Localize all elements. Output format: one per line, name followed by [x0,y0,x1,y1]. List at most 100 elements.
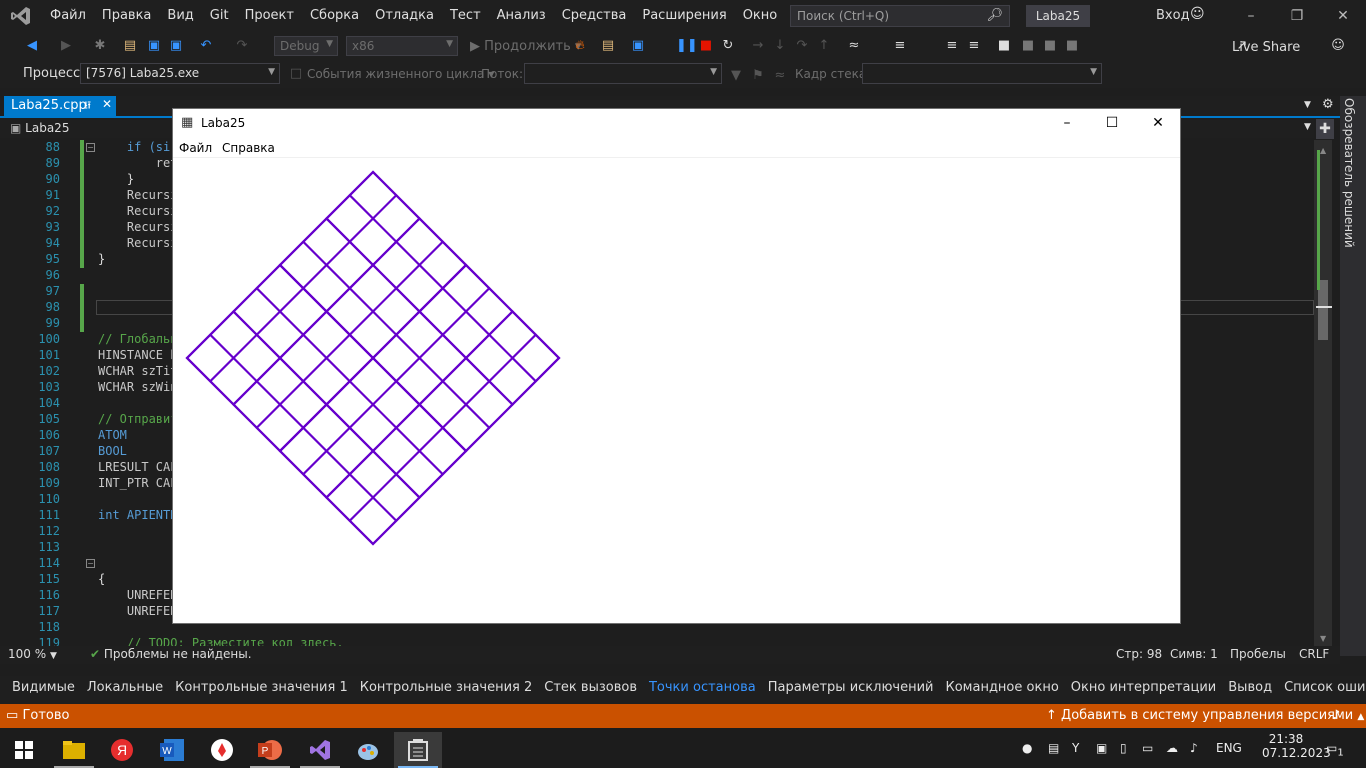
comment-icon[interactable]: ≡ [944,38,960,54]
folder-search-icon[interactable]: ▤ [600,38,616,54]
app-close-button[interactable]: ✕ [1135,109,1181,137]
editor-scrollbar[interactable]: ▲ ▼ [1314,140,1332,648]
bottom-tab-7[interactable]: Командное окно [939,676,1064,700]
start-button[interactable] [0,732,48,768]
bottom-tab-1[interactable]: Локальные [81,676,169,700]
menu-item-1[interactable]: Правка [94,0,159,32]
clear-bookmarks-icon[interactable]: ■ [1064,38,1080,54]
thread-filter-icon[interactable]: ≈ [846,38,862,54]
scroll-down-icon[interactable]: ▼ [1320,634,1326,643]
configuration-select[interactable]: Debug ▼ [274,36,338,56]
menu-item-9[interactable]: Средства [554,0,635,32]
tray-storage-icon[interactable]: ▣ [1096,728,1107,768]
menu-item-0[interactable]: Файл [42,0,94,32]
powerpoint-icon[interactable]: P [246,732,294,768]
login-button[interactable]: Вход [1156,8,1190,23]
undo-icon[interactable]: ↶ [198,38,214,54]
tray-monitor-icon[interactable]: ▤ [1048,728,1059,768]
uncomment-icon[interactable]: ≡ [966,38,982,54]
app-minimize-button[interactable]: – [1044,109,1090,137]
redo-icon[interactable]: ↷ [234,38,250,54]
app-menu-help[interactable]: Справка [222,141,275,155]
prev-bookmark-icon[interactable]: ■ [1020,38,1036,54]
menu-item-2[interactable]: Вид [159,0,201,32]
pin-icon[interactable]: ⭿ [84,97,91,116]
bottom-tab-4[interactable]: Стек вызовов [538,676,643,700]
battery-icon[interactable]: ▯ [1120,728,1127,768]
zoom-select[interactable]: 100 % ▼ [8,647,57,661]
menu-item-7[interactable]: Тест [442,0,489,32]
feedback-icon[interactable]: ☺ [1330,38,1346,54]
bottom-tab-2[interactable]: Контрольные значения 1 [169,676,354,700]
visual-studio-taskbar-icon[interactable] [296,732,344,768]
solution-explorer-tab[interactable]: Обозреватель решений [1342,98,1356,248]
volume-icon[interactable]: ♪ [1190,728,1198,768]
add-to-source-control-button[interactable]: ↑ Добавить в систему управления версиями… [1046,708,1364,723]
laba25-taskbar-icon[interactable] [394,732,442,768]
step-over-icon[interactable]: ↷ [794,38,810,54]
tray-app-icon[interactable]: ● [1022,728,1032,768]
column-indicator[interactable]: Симв: 1 [1170,647,1218,661]
app-title-bar[interactable]: ▦ Laba25 – ☐ ✕ [173,109,1180,137]
forward-icon[interactable]: ▶ [58,38,74,54]
menu-item-4[interactable]: Проект [237,0,302,32]
problems-indicator[interactable]: ✔ Проблемы не найдены. [90,647,252,661]
app-menu-file[interactable]: Файл [179,141,212,155]
app-maximize-button[interactable]: ☐ [1089,109,1135,137]
close-button[interactable]: ✕ [1320,0,1366,32]
hot-reload-icon[interactable]: 🔥︎ [572,38,588,54]
clock[interactable]: 21:38 07.12.2023 [1262,732,1331,768]
step-out-icon[interactable]: ↑ [816,38,832,54]
menu-item-6[interactable]: Отладка [367,0,442,32]
add-user-icon[interactable]: ☺ [1190,6,1205,22]
bottom-tab-3[interactable]: Контрольные значения 2 [354,676,539,700]
scroll-up-icon[interactable]: ▲ [1320,146,1326,155]
continue-button[interactable]: ▶ Продолжить ▾ [470,39,581,54]
menu-item-3[interactable]: Git [202,0,237,32]
tray-yandex-icon[interactable]: Y [1072,728,1079,768]
menu-item-11[interactable]: Окно [735,0,786,32]
notifications-bell-icon[interactable]: ♪ [1332,708,1340,723]
bottom-tab-5[interactable]: Точки останова [643,676,762,700]
restore-button[interactable]: ❐ [1274,0,1320,32]
menu-item-8[interactable]: Анализ [489,0,554,32]
line-indicator[interactable]: Стр: 98 [1116,647,1162,661]
stack-frame-select[interactable]: ▼ [862,63,1102,84]
stop-icon[interactable]: ■ [698,38,714,54]
network-icon[interactable]: ▭ [1142,728,1153,768]
bottom-tab-8[interactable]: Окно интерпретации [1065,676,1222,700]
eol-indicator[interactable]: CRLF [1299,647,1329,661]
next-bookmark-icon[interactable]: ■ [1042,38,1058,54]
bottom-tab-9[interactable]: Вывод [1222,676,1278,700]
indent-indicator[interactable]: Пробелы [1230,647,1286,661]
yandex-icon[interactable]: Я [98,732,146,768]
visual-studio-logo-icon[interactable] [0,0,42,32]
search-input[interactable]: Поиск (Ctrl+Q) 🔎︎ [790,5,1010,27]
tab-laba25-cpp[interactable]: Laba25.cpp ⭿ ✕ [4,96,116,116]
open-folder-icon[interactable]: ▤ [122,38,138,54]
language-indicator[interactable]: ENG [1216,728,1242,768]
minimize-button[interactable]: – [1228,0,1274,32]
process-select[interactable]: [7576] Laba25.exe ▼ [80,63,280,84]
chevron-down-icon[interactable]: ▼ [1304,122,1311,132]
step-into-icon[interactable]: ↓ [772,38,788,54]
back-icon[interactable]: ◀ [24,38,40,54]
settings-gear-icon[interactable]: ⚙ [1322,97,1334,112]
save-icon[interactable]: ▣ [146,38,162,54]
new-project-icon[interactable]: ✱ [92,38,108,54]
cloud-icon[interactable]: ☁ [1166,728,1178,768]
tab-list-icon[interactable]: ▼ [1304,100,1311,110]
show-next-statement-icon[interactable]: → [750,38,766,54]
screenshot-icon[interactable]: ▣ [630,38,646,54]
thread-select[interactable]: ▼ [524,63,722,84]
project-scope-select[interactable]: ▣ Laba25 [10,121,69,135]
bottom-tab-0[interactable]: Видимые [6,676,81,700]
format-icon[interactable]: ≡ [892,38,908,54]
split-window-icon[interactable]: ✚ [1316,119,1334,139]
close-icon[interactable]: ✕ [102,97,112,111]
restart-icon[interactable]: ↻ [720,38,736,54]
save-all-icon[interactable]: ▣ [168,38,184,54]
filter-icon[interactable]: ▼ [728,68,744,84]
bottom-tab-6[interactable]: Параметры исключений [762,676,940,700]
menu-item-5[interactable]: Сборка [302,0,367,32]
